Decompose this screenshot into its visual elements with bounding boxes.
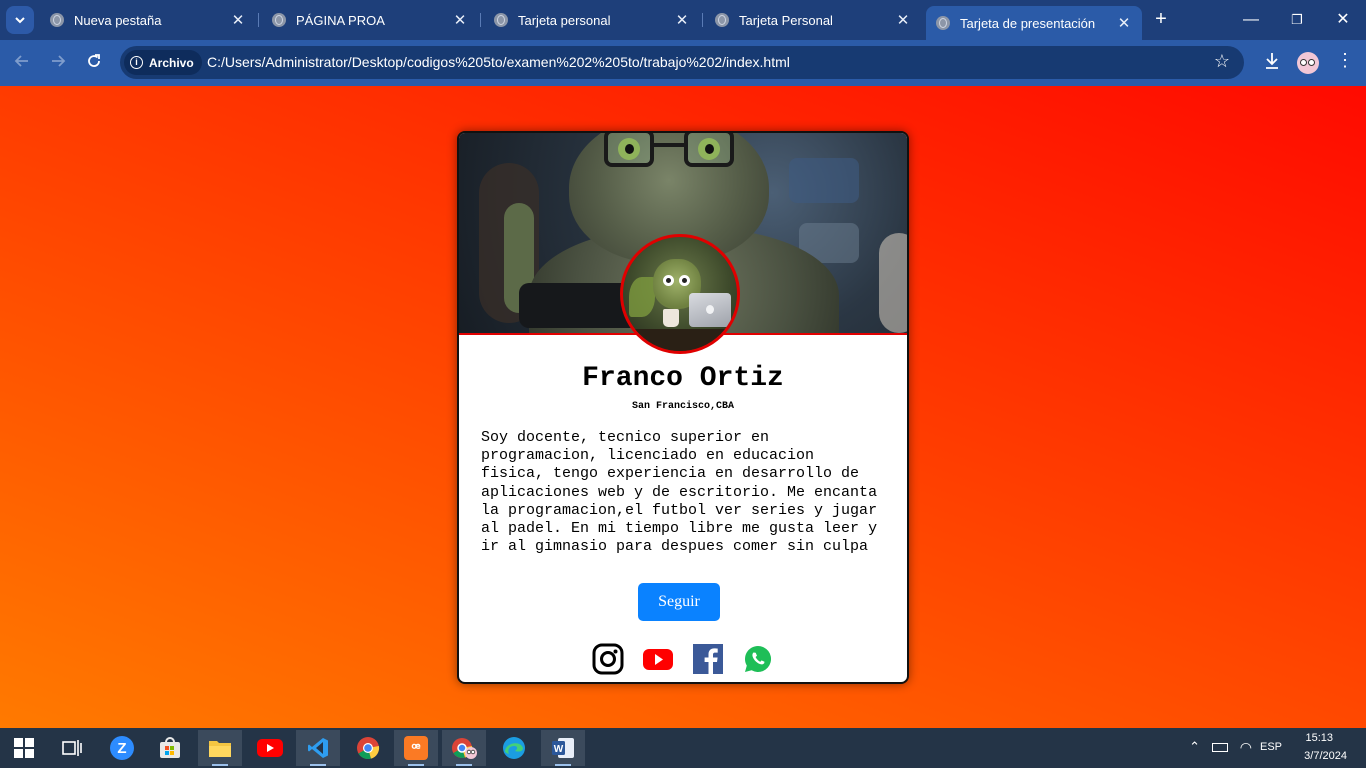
close-tab-icon[interactable]: ✕	[1114, 14, 1134, 32]
reload-button[interactable]	[82, 51, 106, 75]
close-window-button[interactable]: ✕	[1328, 8, 1358, 32]
glasses-bridge	[653, 143, 685, 147]
close-tab-icon[interactable]: ✕	[672, 11, 692, 29]
profile-location: San Francisco,CBA	[631, 401, 735, 412]
globe-icon	[936, 16, 950, 30]
avatar-desk	[633, 329, 733, 351]
site-info-chip[interactable]: i Archivo	[124, 50, 202, 75]
profile-bio: Soy docente, tecnico superior en program…	[481, 429, 878, 556]
chevron-down-icon	[15, 17, 25, 24]
svg-text:W: W	[554, 744, 564, 755]
tab-tarjeta-personal-2[interactable]: Tarjeta Personal ✕	[705, 6, 921, 34]
vscode-icon[interactable]	[296, 730, 340, 766]
avatar-eye	[663, 275, 674, 286]
task-view-icon[interactable]	[50, 730, 94, 766]
profile-card: Franco Ortiz San Francisco,CBA Soy docen…	[457, 131, 909, 684]
tab-separator	[702, 13, 703, 27]
tab-separator	[480, 13, 481, 27]
url-text[interactable]: C:/Users/Administrator/Desktop/codigos%2…	[207, 54, 790, 70]
tab-separator	[258, 13, 259, 27]
avatar-eye	[679, 275, 690, 286]
tab-search-button[interactable]	[6, 6, 34, 34]
follow-button[interactable]: Seguir	[638, 583, 720, 621]
background-blur	[879, 233, 907, 333]
profile-avatar	[620, 234, 740, 354]
whatsapp-icon[interactable]	[742, 643, 774, 675]
more-menu-icon[interactable]: ⋮	[1336, 50, 1354, 71]
reload-icon	[88, 54, 100, 67]
youtube-icon[interactable]	[248, 730, 292, 766]
tray-chevron-up-icon[interactable]: ⌃	[1189, 739, 1200, 755]
microsoft-store-icon[interactable]	[148, 730, 192, 766]
restore-button[interactable]: ❐	[1282, 8, 1312, 32]
arrow-left-icon	[14, 55, 28, 67]
xampp-icon[interactable]: ꟹ	[394, 730, 438, 766]
browser-toolbar: i Archivo C:/Users/Administrator/Desktop…	[0, 40, 1366, 86]
profile-avatar-icon[interactable]	[1297, 52, 1319, 74]
forward-button[interactable]	[46, 51, 70, 75]
tab-title: Tarjeta de presentación	[960, 15, 1096, 31]
youtube-icon[interactable]	[642, 643, 674, 675]
instagram-icon[interactable]	[592, 643, 624, 675]
facebook-icon[interactable]	[692, 643, 724, 675]
clock-date[interactable]: 3/7/2024	[1304, 750, 1347, 762]
file-explorer-icon[interactable]	[198, 730, 242, 766]
site-info-label: Archivo	[149, 55, 194, 70]
edge-icon[interactable]	[492, 730, 536, 766]
avatar-laptop	[689, 293, 731, 327]
avatar-cup	[663, 309, 679, 327]
close-tab-icon[interactable]: ✕	[228, 11, 248, 29]
back-button[interactable]	[10, 51, 34, 75]
battery-icon[interactable]	[1212, 743, 1228, 752]
tab-tarjeta-personal[interactable]: Tarjeta personal ✕	[484, 6, 700, 34]
avatar-leaf	[629, 277, 655, 317]
zoom-icon[interactable]: Z	[100, 730, 144, 766]
arrow-right-icon	[52, 55, 66, 67]
globe-icon	[494, 13, 508, 27]
globe-icon	[715, 13, 729, 27]
lizard-eye	[618, 138, 640, 160]
background-blur	[789, 158, 859, 203]
download-icon[interactable]	[1262, 52, 1282, 75]
word-icon[interactable]: W	[541, 730, 585, 766]
minimize-button[interactable]: —	[1236, 8, 1266, 32]
globe-icon	[272, 13, 286, 27]
info-icon: i	[130, 56, 143, 69]
globe-icon	[50, 13, 64, 27]
wifi-icon[interactable]: ◠	[1240, 739, 1252, 756]
bookmark-star-icon[interactable]: ☆	[1214, 51, 1230, 72]
chrome-icon[interactable]	[346, 730, 390, 766]
clock-time[interactable]: 15:13	[1305, 732, 1333, 744]
chrome-profile-icon[interactable]	[442, 730, 486, 766]
windows-taskbar: Z ꟹ W ⌃ ◠ ESP 15:13 3/7/2024	[0, 728, 1366, 768]
page-viewport: Franco Ortiz San Francisco,CBA Soy docen…	[0, 86, 1366, 728]
tab-pagina-proa[interactable]: PÁGINA PROA ✕	[262, 6, 478, 34]
profile-name: Franco Ortiz	[582, 363, 784, 394]
tab-tarjeta-de-presentacion[interactable]: Tarjeta de presentación ✕	[926, 6, 1142, 40]
tab-title: Tarjeta personal	[518, 12, 611, 28]
tab-title: Nueva pestaña	[74, 12, 162, 28]
new-tab-button[interactable]: +	[1150, 8, 1172, 30]
close-tab-icon[interactable]: ✕	[450, 11, 470, 29]
lizard-eye	[698, 138, 720, 160]
windows-start-icon[interactable]	[2, 730, 46, 766]
tab-title: PÁGINA PROA	[296, 12, 385, 28]
language-indicator[interactable]: ESP	[1260, 741, 1282, 753]
tab-title: Tarjeta Personal	[739, 12, 833, 28]
tab-nueva-pestana[interactable]: Nueva pestaña ✕	[40, 6, 256, 34]
address-bar[interactable]: i Archivo C:/Users/Administrator/Desktop…	[120, 46, 1244, 79]
close-tab-icon[interactable]: ✕	[893, 11, 913, 29]
browser-tab-strip: Nueva pestaña ✕ PÁGINA PROA ✕ Tarjeta pe…	[0, 0, 1366, 40]
